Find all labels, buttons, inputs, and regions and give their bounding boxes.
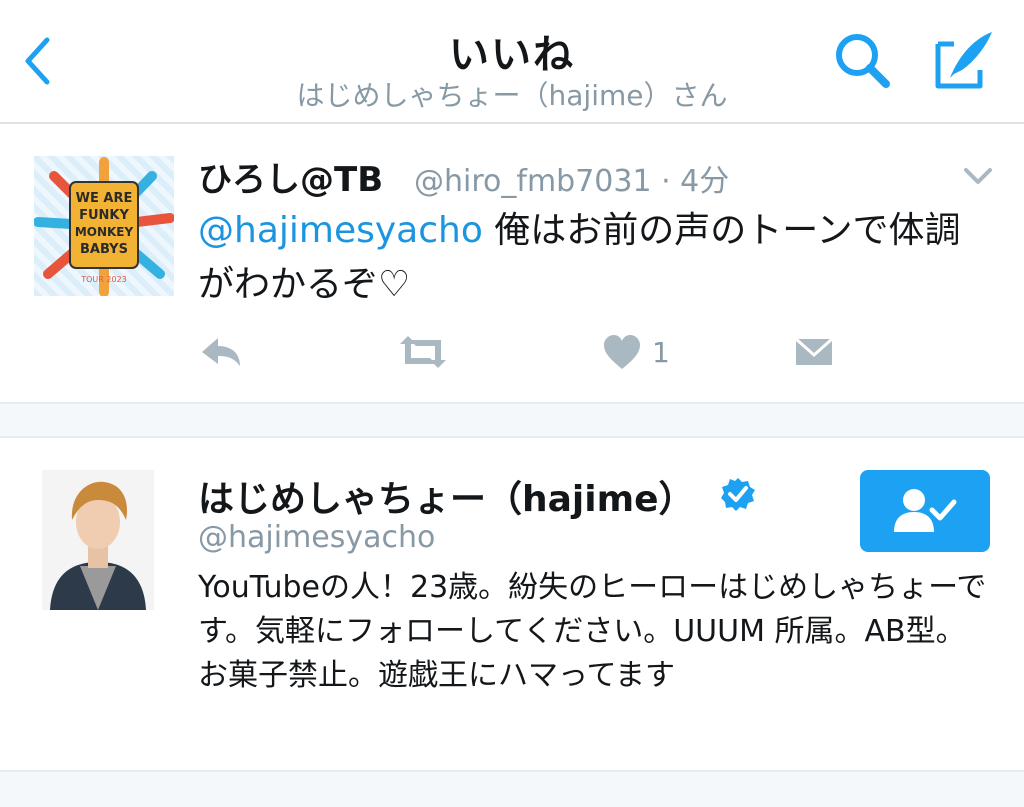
- logo-tour-text: TOUR 2023: [80, 275, 127, 284]
- reply-button[interactable]: [198, 330, 244, 374]
- tweet-author-handle: @hiro_fmb7031 · 4分: [414, 164, 730, 199]
- direct-message-icon: [795, 337, 833, 365]
- verified-icon: [721, 478, 755, 511]
- user-photo-icon: [42, 470, 154, 610]
- tweet-text: @hajimesyacho 俺はお前の声のトーンで体調がわかるぞ♡: [198, 204, 988, 312]
- logo-line-2: FUNKY: [79, 208, 129, 223]
- logo-line-3: MONKEY: [75, 225, 134, 239]
- user-check-icon: [894, 489, 957, 532]
- profile-avatar[interactable]: [42, 470, 154, 610]
- direct-message-button[interactable]: [794, 330, 834, 374]
- profile-handle: @hajimesyacho: [198, 520, 436, 555]
- logo-line-1: WE ARE: [76, 191, 133, 206]
- chevron-down-icon: [964, 168, 992, 184]
- retweet-icon: [400, 336, 446, 368]
- band-logo-icon: WE ARE FUNKY MONKEY BABYS TOUR 2023: [34, 157, 174, 296]
- profile-name[interactable]: はじめしゃちょー（hajime）: [198, 470, 695, 522]
- logo-line-4: BABYS: [80, 242, 128, 257]
- following-button[interactable]: [860, 470, 990, 552]
- verified-badge: [720, 476, 756, 512]
- profile-bio: YouTubeの人！23歳。紛失のヒーローはじめしゃちょーです。気軽にフォローし…: [198, 570, 987, 693]
- retweet-button[interactable]: [396, 330, 450, 374]
- tweet-author-name[interactable]: ひろし@TB: [198, 152, 383, 201]
- search-icon: [836, 34, 890, 88]
- tweet-author-avatar[interactable]: WE ARE FUNKY MONKEY BABYS TOUR 2023: [34, 156, 174, 296]
- nav-header: いいね はじめしゃちょー（hajime）さん: [0, 0, 1024, 124]
- compose-icon: [935, 32, 992, 89]
- reply-icon: [202, 338, 240, 366]
- compose-button[interactable]: [928, 26, 998, 96]
- like-count: 1: [652, 335, 670, 369]
- tweet-menu-button[interactable]: [960, 162, 996, 190]
- search-button[interactable]: [830, 28, 896, 94]
- heart-icon: [604, 335, 640, 369]
- like-button[interactable]: 1: [602, 330, 670, 374]
- bottom-divider: [0, 770, 1024, 807]
- tweet-mention-link[interactable]: @hajimesyacho: [198, 210, 483, 251]
- section-divider: [0, 402, 1024, 438]
